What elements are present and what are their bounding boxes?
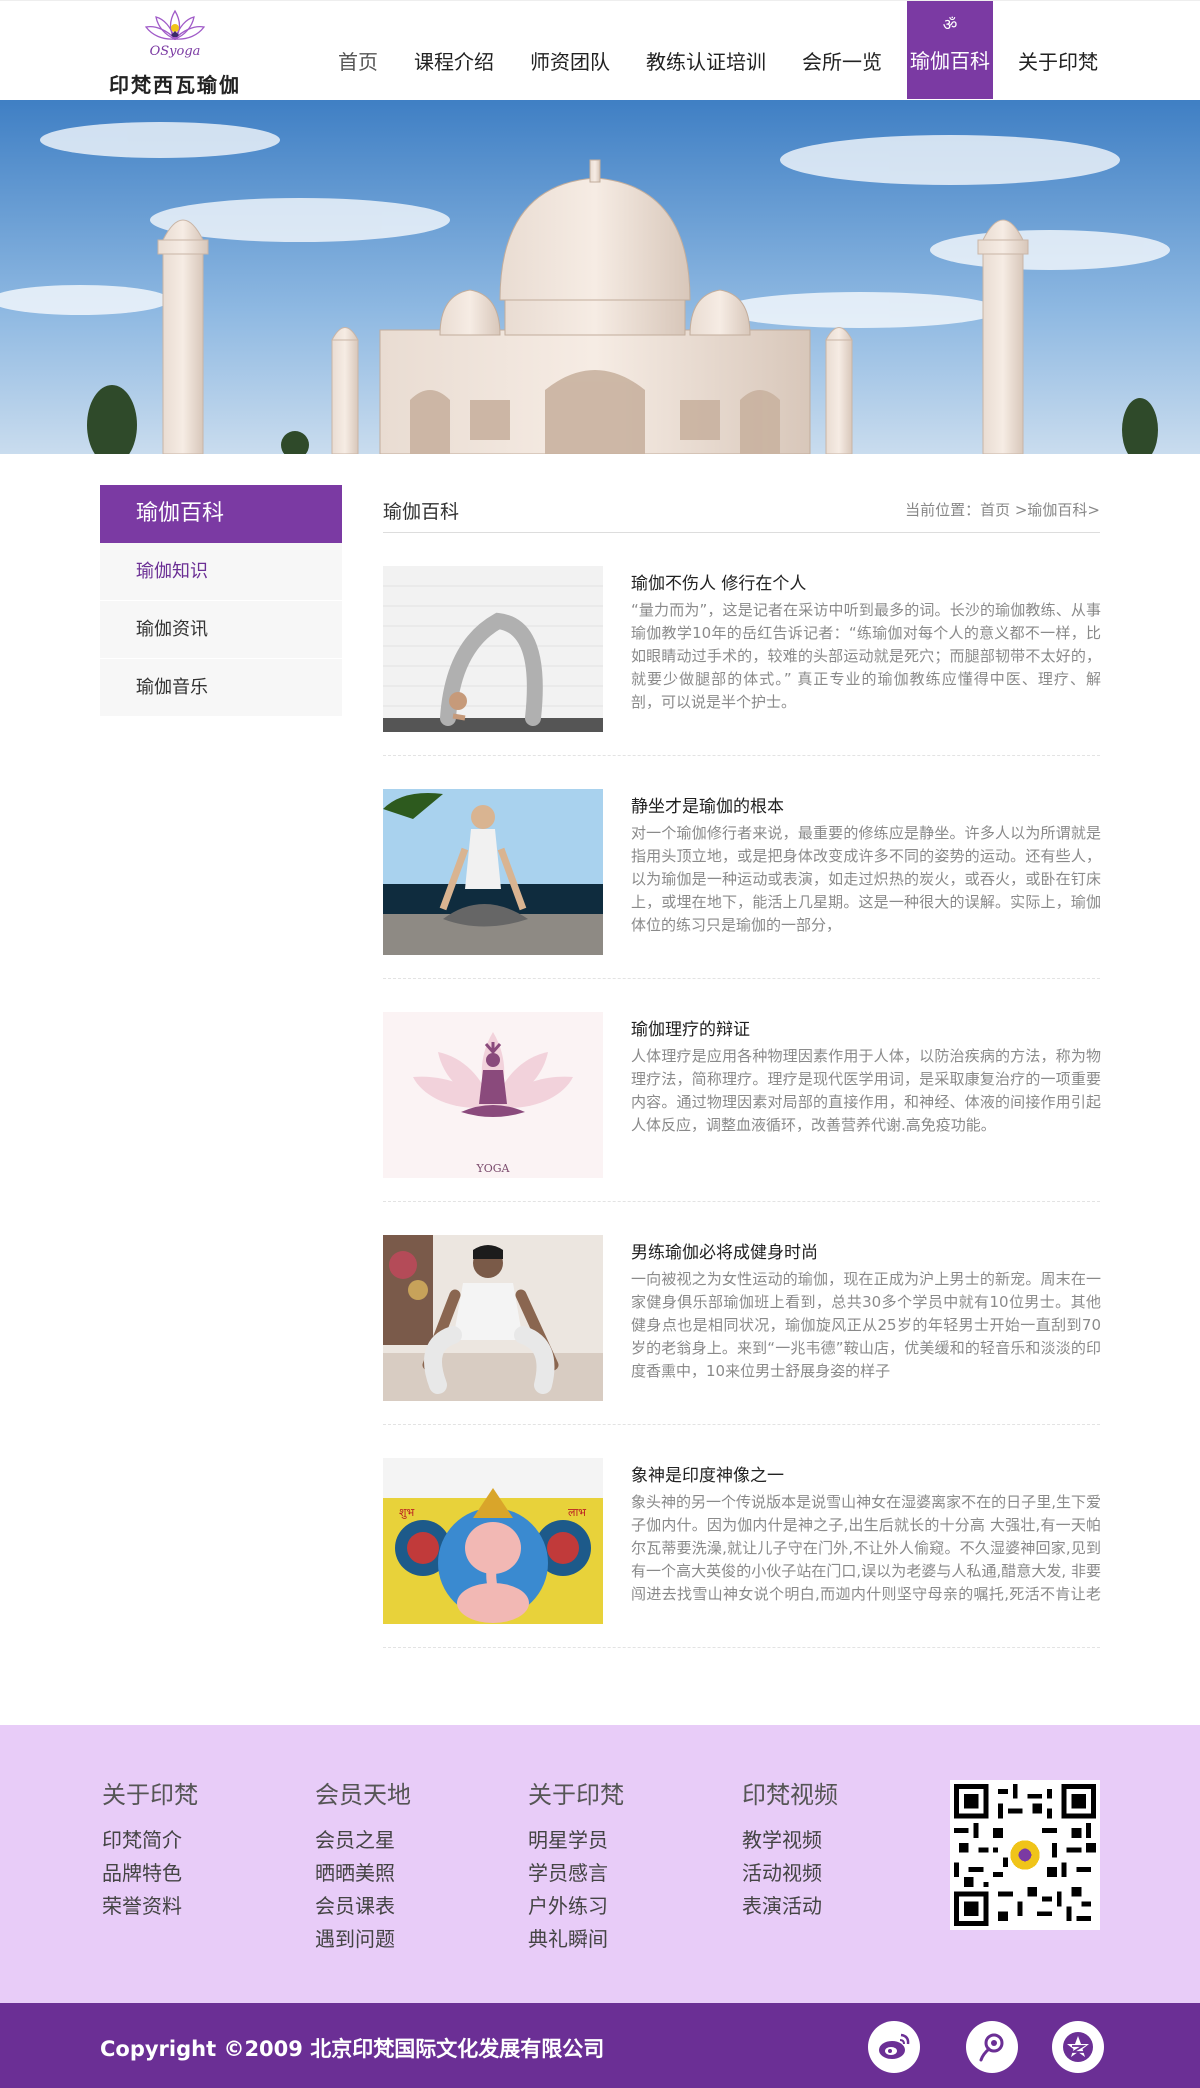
page-title: 瑜伽百科 <box>383 501 460 523</box>
main-nav: 首页 课程介绍 师资团队 教练认证培训 会所一览 ॐ 瑜伽百科 关于印梵 <box>320 1 1100 101</box>
footer-link[interactable]: 活动视频 <box>742 1857 922 1890</box>
nav-courses[interactable]: 课程介绍 <box>396 1 512 101</box>
taj-mahal-image <box>0 100 1200 454</box>
qzone-button[interactable] <box>1052 2021 1104 2073</box>
article-title[interactable]: 象神是印度神像之一 <box>631 1461 784 1486</box>
nav-label: 瑜伽百科 <box>910 48 990 73</box>
footer-column-members: 会员天地 会员之星 晒晒美照 会员课表 遇到问题 <box>315 1775 495 1956</box>
backbend-pose-photo <box>383 566 603 732</box>
nav-about[interactable]: 关于印梵 <box>1000 1 1100 101</box>
article-item[interactable]: शुभ लाभ 象神是印度神像之一 象头神的另一个传说版本是说雪山神女在湿婆离家… <box>383 1425 1101 1648</box>
footer-link[interactable]: 学员感言 <box>528 1857 708 1890</box>
nav-teachers[interactable]: 师资团队 <box>512 1 628 101</box>
nav-label: 关于印梵 <box>1018 49 1098 74</box>
nav-training[interactable]: 教练认证培训 <box>628 1 784 101</box>
weibo-button[interactable] <box>868 2021 920 2073</box>
sidebar-title: 瑜伽百科 <box>100 485 342 543</box>
om-icon: ॐ <box>942 15 958 34</box>
svg-text:शुभ: शुभ <box>399 1506 414 1519</box>
footer-link[interactable]: 表演活动 <box>742 1890 922 1923</box>
lotus-yoga-graphic: YOGA <box>383 1012 603 1178</box>
footer-link[interactable]: 遇到问题 <box>315 1923 495 1956</box>
content-header: 瑜伽百科 当前位置：首页 >瑜伽百科> <box>383 485 1100 533</box>
nav-home[interactable]: 首页 <box>320 1 396 101</box>
article-item[interactable]: 瑜伽不伤人 修行在个人 “量力而为”，这是记者在采访中听到最多的词。长沙的瑜伽教… <box>383 533 1101 756</box>
site-logo[interactable]: OSyoga 印梵西瓦瑜伽 <box>100 7 250 97</box>
article-summary: 对一个瑜伽修行者来说，最重要的修练应是静坐。许多人以为所谓就是指用头顶立地，或是… <box>631 824 1101 934</box>
footer-column-videos: 印梵视频 教学视频 活动视频 表演活动 <box>742 1775 922 1923</box>
footer-link[interactable]: 会员课表 <box>315 1890 495 1923</box>
article-summary: 人体理疗是应用各种物理因素作用于人体，以防治疾病的方法，称为物理疗法，简称理疗。… <box>631 1047 1101 1134</box>
footer-links: 关于印梵 印梵简介 品牌特色 荣誉资料 会员天地 会员之星 晒晒美照 会员课表 … <box>0 1725 1200 2003</box>
nav-label: 首页 <box>338 49 378 74</box>
footer-link[interactable]: 晒晒美照 <box>315 1857 495 1890</box>
footer-column-title: 会员天地 <box>315 1781 411 1809</box>
article-thumbnail[interactable]: YOGA <box>383 1012 603 1178</box>
nav-label: 教练认证培训 <box>646 49 766 74</box>
footer-column-title: 关于印梵 <box>528 1781 624 1809</box>
footer-link[interactable]: 户外练习 <box>528 1890 708 1923</box>
male-yoga-photo <box>383 1235 603 1401</box>
nav-label: 课程介绍 <box>414 49 494 74</box>
article-thumbnail[interactable] <box>383 1235 603 1401</box>
footer-link[interactable]: 教学视频 <box>742 1824 922 1857</box>
weibo-icon <box>879 2033 910 2059</box>
article-title[interactable]: 男练瑜伽必将成健身时尚 <box>631 1238 818 1263</box>
article-thumbnail[interactable] <box>383 566 603 732</box>
main-section: 瑜伽百科 瑜伽知识 瑜伽资讯 瑜伽音乐 瑜伽百科 当前位置：首页 >瑜伽百科> <box>100 454 1101 1725</box>
svg-text:OSyoga: OSyoga <box>150 44 201 59</box>
article-item[interactable]: 静坐才是瑜伽的根本 对一个瑜伽修行者来说，最重要的修练应是静坐。许多人以为所谓就… <box>383 756 1101 979</box>
footer-column-title: 印梵视频 <box>742 1781 838 1809</box>
footer-column-students: 关于印梵 明星学员 学员感言 户外练习 典礼瞬间 <box>528 1775 708 1956</box>
sidebar: 瑜伽百科 瑜伽知识 瑜伽资讯 瑜伽音乐 <box>100 485 342 717</box>
article-summary: 一向被视之为女性运动的瑜伽，现在正成为沪上男士的新宠。周末在一家健身俱乐部瑜伽班… <box>631 1270 1101 1380</box>
meditation-photo <box>383 789 603 955</box>
footer-link[interactable]: 会员之星 <box>315 1824 495 1857</box>
article-thumbnail[interactable]: शुभ लाभ <box>383 1458 603 1624</box>
nav-label: 会所一览 <box>802 49 882 74</box>
breadcrumb[interactable]: 当前位置：首页 >瑜伽百科> <box>905 499 1100 520</box>
footer-link[interactable]: 荣誉资料 <box>102 1890 282 1923</box>
footer-column-about: 关于印梵 印梵简介 品牌特色 荣誉资料 <box>102 1775 282 1923</box>
sidebar-item-yoga-news[interactable]: 瑜伽资讯 <box>100 601 342 659</box>
article-title[interactable]: 瑜伽理疗的辩证 <box>631 1015 750 1040</box>
article-item[interactable]: 男练瑜伽必将成健身时尚 一向被视之为女性运动的瑜伽，现在正成为沪上男士的新宠。周… <box>383 1202 1101 1425</box>
nav-yoga-encyclopedia[interactable]: ॐ 瑜伽百科 <box>907 1 993 99</box>
qr-code-icon <box>954 1784 1096 1926</box>
article-summary: 象头神的另一个传说版本是说雪山神女在湿婆离家不在的日子里,生下爱子伽内什。因为伽… <box>631 1493 1101 1603</box>
article-list: 瑜伽百科 当前位置：首页 >瑜伽百科> 瑜伽不伤人 修行在个人 “量力而为”，这… <box>383 485 1101 1648</box>
article-title[interactable]: 瑜伽不伤人 修行在个人 <box>631 569 806 594</box>
footer-column-title: 关于印梵 <box>102 1781 198 1809</box>
sidebar-item-yoga-knowledge[interactable]: 瑜伽知识 <box>100 543 342 601</box>
copyright-text: Copyright ©2009 北京印梵国际文化发展有限公司 <box>100 2037 605 2061</box>
article-summary: “量力而为”，这是记者在采访中听到最多的词。长沙的瑜伽教练、从事瑜伽教学10年的… <box>631 601 1101 711</box>
nav-label: 师资团队 <box>530 49 610 74</box>
footer-link[interactable]: 印梵简介 <box>102 1824 282 1857</box>
ganesha-artwork: शुभ लाभ <box>383 1458 603 1624</box>
site-header: OSyoga 印梵西瓦瑜伽 首页 课程介绍 师资团队 教练认证培训 会所一览 ॐ… <box>0 0 1200 100</box>
hero-banner <box>0 100 1200 454</box>
sidebar-item-yoga-music[interactable]: 瑜伽音乐 <box>100 659 342 717</box>
svg-text:लाभ: लाभ <box>568 1506 586 1519</box>
svg-text:YOGA: YOGA <box>475 1162 510 1175</box>
qr-code <box>950 1780 1100 1930</box>
nav-studios[interactable]: 会所一览 <box>784 1 900 101</box>
footer-link[interactable]: 品牌特色 <box>102 1857 282 1890</box>
article-item[interactable]: YOGA 瑜伽理疗的辩证 人体理疗是应用各种物理因素作用于人体，以防治疾病的方法… <box>383 979 1101 1202</box>
footer-link[interactable]: 典礼瞬间 <box>528 1923 708 1956</box>
logo-text: 印梵西瓦瑜伽 <box>109 73 241 97</box>
copyright-bar: Copyright ©2009 北京印梵国际文化发展有限公司 <box>0 2003 1200 2088</box>
footer-link[interactable]: 明星学员 <box>528 1824 708 1857</box>
tencent-weibo-icon <box>979 2033 1004 2062</box>
article-title[interactable]: 静坐才是瑜伽的根本 <box>631 792 784 817</box>
qzone-icon <box>1063 2032 1093 2062</box>
tencent-weibo-button[interactable] <box>966 2021 1018 2073</box>
article-thumbnail[interactable] <box>383 789 603 955</box>
lotus-logo-icon: OSyoga <box>144 9 206 59</box>
